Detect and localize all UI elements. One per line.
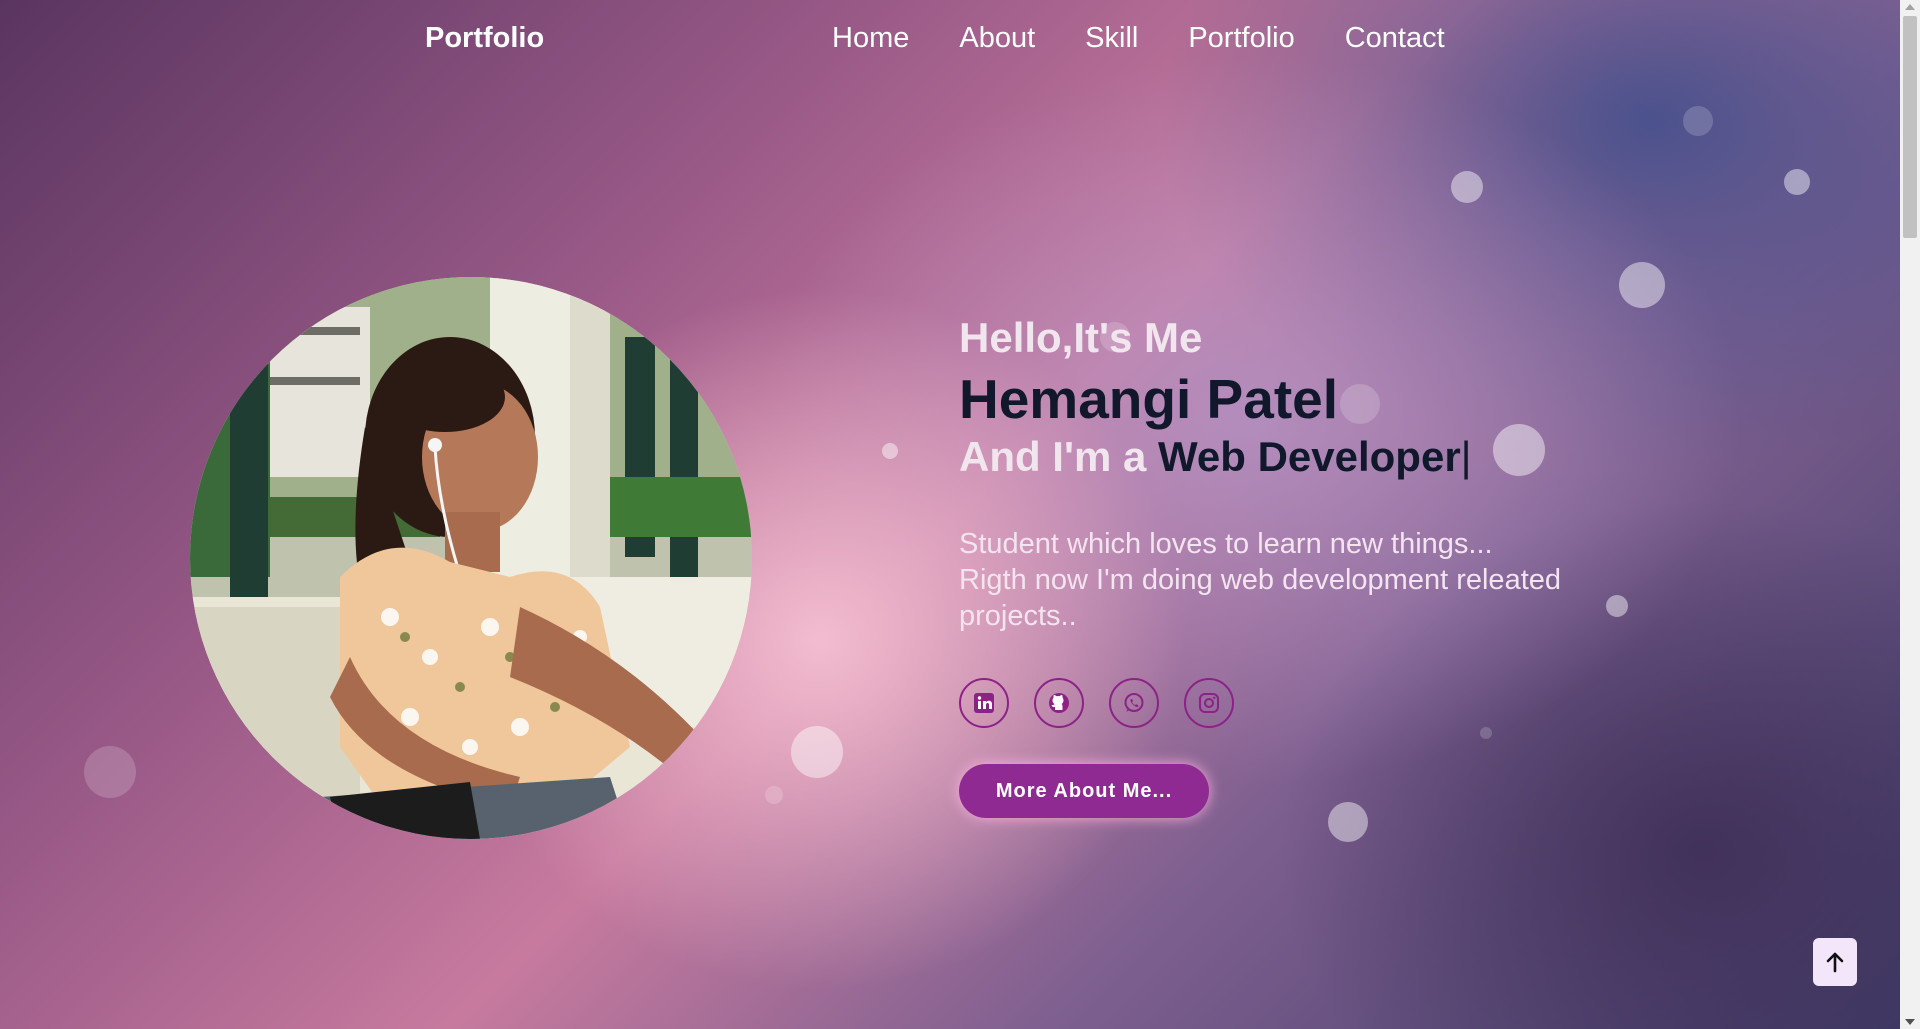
whatsapp-icon	[1124, 693, 1144, 712]
social-links	[959, 678, 1659, 728]
page: Portfolio Home About Skill Portfolio Con…	[0, 0, 1900, 1029]
nav-about[interactable]: About	[959, 22, 1035, 55]
decor-bubble	[1683, 106, 1713, 136]
decor-bubble	[1784, 169, 1810, 195]
whatsapp-link[interactable]	[1109, 678, 1159, 728]
scroll-up-arrow-icon[interactable]	[1905, 4, 1915, 10]
github-icon	[1049, 693, 1069, 713]
logo-link[interactable]: Portfolio	[425, 22, 544, 55]
scroll-down-arrow-icon[interactable]	[1905, 1019, 1915, 1025]
github-link[interactable]	[1034, 678, 1084, 728]
page-scrollbar[interactable]	[1900, 0, 1920, 1029]
hero-text: Hello,It's Me Hemangi Patel And I'm a We…	[959, 310, 1659, 818]
desc-line-1: Student which loves to learn new things.…	[959, 528, 1493, 560]
role-lead: And I'm a	[959, 433, 1159, 480]
role-typed: Web Developer	[1158, 433, 1461, 480]
scroll-to-top-button[interactable]	[1813, 938, 1857, 986]
profile-photo-illustration	[190, 277, 752, 839]
scrollbar-thumb[interactable]	[1903, 16, 1917, 238]
profile-photo	[190, 277, 752, 839]
decor-bubble	[882, 443, 898, 459]
instagram-icon	[1199, 693, 1219, 713]
nav-portfolio[interactable]: Portfolio	[1188, 22, 1294, 55]
decor-bubble	[1451, 171, 1483, 203]
hero-description: Student which loves to learn new things.…	[959, 526, 1639, 634]
decor-bubble	[84, 746, 136, 798]
more-about-me-button[interactable]: More About Me...	[959, 764, 1209, 818]
greeting: Hello,It's Me	[959, 314, 1203, 361]
decor-bubble	[791, 726, 843, 778]
nav-skill[interactable]: Skill	[1085, 22, 1138, 55]
decor-bubble	[765, 786, 783, 804]
nav-links: Home About Skill Portfolio Contact	[832, 22, 1495, 55]
typing-cursor: |	[1460, 433, 1472, 480]
linkedin-icon	[974, 693, 994, 713]
arrow-up-icon	[1826, 952, 1844, 973]
hero-role: And I'm a Web Developer|	[959, 432, 1659, 482]
instagram-link[interactable]	[1184, 678, 1234, 728]
nav-home[interactable]: Home	[832, 22, 909, 55]
decor-bubble	[1619, 262, 1665, 308]
nav-contact[interactable]: Contact	[1345, 22, 1445, 55]
navbar: Portfolio Home About Skill Portfolio Con…	[0, 20, 1900, 60]
hero-name: Hemangi Patel	[959, 368, 1339, 430]
linkedin-link[interactable]	[959, 678, 1009, 728]
desc-line-2: Rigth now I'm doing web development rele…	[959, 564, 1562, 632]
